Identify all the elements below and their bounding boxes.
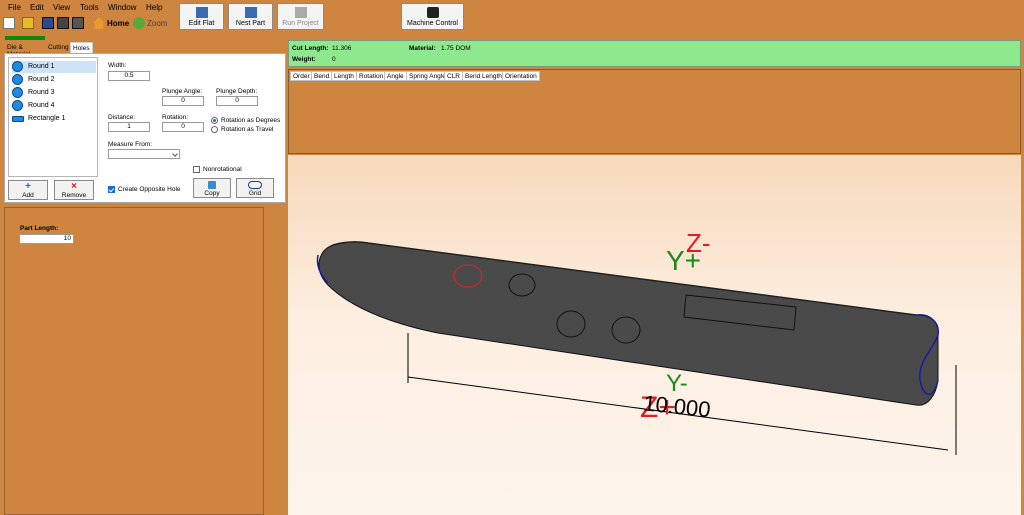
col-clr[interactable]: CLR [444,71,464,81]
material-label: Material: [409,45,436,52]
axis-y-plus: Y+ [666,245,701,276]
col-spring-angle[interactable]: Spring Angle [406,71,449,81]
rotation-label: Rotation: [162,114,189,121]
create-opposite-label[interactable]: Create Opposite Hole [118,186,181,193]
new-file-icon[interactable] [3,17,15,29]
menu-view[interactable]: View [53,3,70,12]
3d-viewport[interactable]: Z- Y+ Y- Z+ 10.000 [288,155,1021,515]
holes-panel: Round 1 Round 2 Round 3 Round 4 Rectangl… [4,53,286,203]
part-length-field[interactable]: 10 [19,234,74,244]
round-hole-icon [12,87,23,98]
info-bar: Cut Length: 11.306 Material: 1.75 DOM We… [288,40,1021,67]
menu-window[interactable]: Window [108,3,136,12]
round-hole-icon [12,61,23,72]
part-length-label: Part Length: [20,225,59,232]
col-orientation[interactable]: Orientation [502,71,540,81]
cut-length-value: 11.306 [332,45,352,52]
col-angle[interactable]: Angle [384,71,407,81]
rotation-degrees-label[interactable]: Rotation as Degrees [221,117,280,124]
grid-icon [248,181,262,189]
quick-toolbar: Home Zoom [0,14,180,32]
col-bend-length[interactable]: Bend Length [462,71,505,81]
rotation-travel-radio[interactable] [211,126,218,133]
width-field[interactable]: 0.5 [108,71,150,81]
distance-field[interactable]: 1 [108,122,150,132]
remove-button[interactable]: × Remove [54,180,94,200]
run-project-icon [294,7,307,18]
bend-table: Order Bend Length Rotation Angle Spring … [288,69,1021,154]
col-bend[interactable]: Bend [311,71,333,81]
edit-flat-button[interactable]: Edit Flat [179,3,224,30]
home-label[interactable]: Home [107,19,129,28]
close-icon: × [71,181,77,192]
col-length[interactable]: Length [331,71,357,81]
tab-die-material[interactable]: Die & Material [5,42,33,58]
measure-from-label: Measure From: [108,141,153,148]
edit-flat-icon [195,7,208,18]
save-icon[interactable] [42,17,54,29]
menu-help[interactable]: Help [146,3,162,12]
list-item[interactable]: Round 1 [12,61,96,73]
round-hole-icon [12,100,23,111]
part-panel: Part Length: 10 [4,207,264,515]
col-order[interactable]: Order [290,71,313,81]
run-project-button[interactable]: Run Project [277,3,324,30]
menu-edit[interactable]: Edit [30,3,44,12]
machine-control-icon [426,7,439,18]
rotation-degrees-radio[interactable] [211,117,218,124]
plunge-angle-field[interactable]: 0 [162,96,204,106]
grid-button[interactable]: Grid [236,178,274,198]
open-folder-icon[interactable] [22,17,34,29]
zoom-label[interactable]: Zoom [147,19,167,28]
rotation-field[interactable]: 0 [162,122,204,132]
home-icon[interactable] [93,17,105,29]
nest-part-icon [244,7,257,18]
print-preview-icon[interactable] [72,17,84,29]
plunge-depth-field[interactable]: 0 [216,96,258,106]
distance-label: Distance: [108,114,136,121]
width-label: Width: [108,62,127,69]
rectangle-hole-icon [12,116,24,122]
chevron-down-icon [172,151,178,157]
progress-strip [5,36,45,40]
tab-cutting[interactable]: Cutting [46,42,71,53]
zoom-icon[interactable] [133,17,145,29]
create-opposite-checkbox[interactable] [108,186,115,193]
rotation-travel-label[interactable]: Rotation as Travel [221,126,273,133]
col-rotation[interactable]: Rotation [356,71,387,81]
tube-render: Z- Y+ Y- Z+ 10.000 [316,228,957,455]
plunge-angle-label: Plunge Angle: [162,88,203,95]
plus-icon: + [25,181,31,192]
add-button[interactable]: + Add [8,180,48,200]
weight-value: 0 [332,56,336,63]
nest-part-button[interactable]: Nest Part [228,3,273,30]
material-value: 1.75 DOM [441,45,471,52]
copy-icon [208,181,216,189]
plunge-depth-label: Plunge Depth: [216,88,258,95]
copy-button[interactable]: Copy [193,178,231,198]
machine-control-button[interactable]: Machine Control [401,3,464,30]
print-icon[interactable] [57,17,69,29]
measure-from-select[interactable] [108,149,180,159]
nonrotational-label[interactable]: Nonrotational [203,166,242,173]
menu-file[interactable]: File [8,3,21,12]
hole-list[interactable]: Round 1 Round 2 Round 3 Round 4 Rectangl… [8,57,98,177]
round-hole-icon [12,74,23,85]
menu-bar: File Edit View Tools Window Help [0,0,1024,14]
tube-body [318,241,939,406]
weight-label: Weight: [292,56,316,63]
cut-length-label: Cut Length: [292,45,329,52]
nonrotational-checkbox[interactable] [193,166,200,173]
menu-tools[interactable]: Tools [80,3,99,12]
